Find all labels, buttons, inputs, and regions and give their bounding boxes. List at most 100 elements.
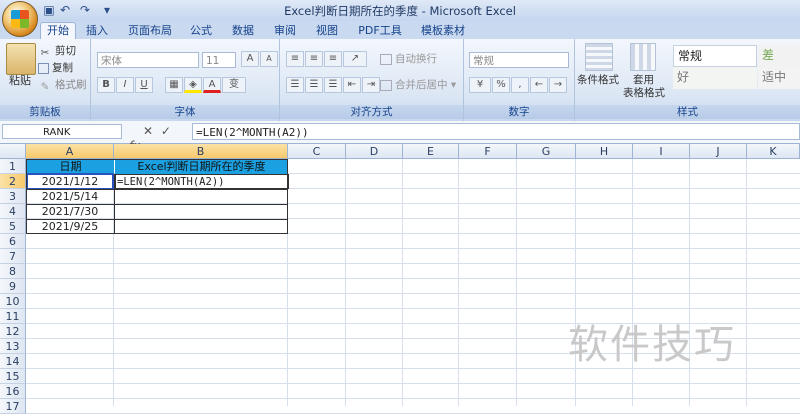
table-format-icon[interactable] [630,43,656,71]
enter-icon[interactable]: ✓ [161,124,171,138]
bold-button[interactable]: B [97,77,115,93]
tab-review[interactable]: 审阅 [270,23,300,39]
tab-view[interactable]: 视图 [312,23,342,39]
worksheet-grid[interactable]: ABCDEFGHIJK 1 2 3 4 5 6 7 8 9 10 11 12 13 14 15 16 17 日期… [0,144,800,414]
currency-icon[interactable]: ¥ [469,77,491,93]
tab-pdf-tools[interactable]: PDF工具 [355,23,405,39]
row-header-4[interactable]: 4 [0,204,26,219]
underline-button[interactable]: U [135,77,153,93]
cell-a1[interactable]: 日期 [27,159,114,174]
column-header-h[interactable]: H [576,144,633,159]
fill-color-icon[interactable]: ◈ [184,77,202,93]
gridline-row [26,293,800,294]
select-all-button[interactable] [0,144,26,159]
shrink-font-button[interactable]: A [260,51,278,67]
conditional-format-button[interactable]: 条件格式 [577,72,619,88]
cell-a2[interactable]: 2021/1/12 [26,173,114,190]
column-header-d[interactable]: D [346,144,403,159]
merge-center-button[interactable]: 合并后居中 ▾ [380,77,456,93]
align-right-icon[interactable]: ☰ [324,77,342,93]
paste-button[interactable]: 粘贴 [9,73,31,89]
column-header-a[interactable]: A [26,144,114,159]
border-icon[interactable]: ▦ [165,77,183,93]
copy-button[interactable]: 复制 [38,60,73,76]
cancel-icon[interactable]: ✕ [143,124,153,138]
cut-button[interactable]: ✂ 剪切 [38,43,76,59]
font-size-select[interactable]: 11 [202,52,236,68]
gridline-column [516,159,517,406]
office-button[interactable] [2,1,38,37]
row-header-9[interactable]: 9 [0,279,26,294]
tab-page-layout[interactable]: 页面布局 [124,23,176,39]
style-normal[interactable]: 常规 [673,45,757,67]
row-header-12[interactable]: 12 [0,324,26,339]
wrap-text-button[interactable]: 自动换行 [380,51,437,67]
row-header-17[interactable]: 17 [0,399,26,414]
align-left-icon[interactable]: ☰ [286,77,304,93]
column-header-i[interactable]: I [633,144,690,159]
paste-icon[interactable] [6,43,36,75]
column-header-c[interactable]: C [288,144,346,159]
row-header-8[interactable]: 8 [0,264,26,279]
tab-data[interactable]: 数据 [228,23,258,39]
tab-formulas[interactable]: 公式 [186,23,216,39]
tab-insert[interactable]: 插入 [82,23,112,39]
formula-bar: RANK ✕ ✓ fx =LEN(2^MONTH(A2)) [0,121,800,153]
gridline-row [26,233,800,234]
wrap-text-icon [380,53,392,65]
row-header-14[interactable]: 14 [0,354,26,369]
row-header-2[interactable]: 2 [0,174,26,189]
column-header-e[interactable]: E [403,144,459,159]
row-header-13[interactable]: 13 [0,339,26,354]
name-box[interactable]: RANK [2,124,122,139]
orientation-icon[interactable]: ↗ [343,51,367,67]
conditional-format-icon[interactable] [585,43,613,71]
style-bad[interactable]: 差 [758,45,800,67]
column-header-k[interactable]: K [747,144,800,159]
row-header-3[interactable]: 3 [0,189,26,204]
row-header-5[interactable]: 5 [0,219,26,234]
row-header-16[interactable]: 16 [0,384,26,399]
phonetic-icon[interactable]: 变 [222,77,246,93]
row-header-10[interactable]: 10 [0,294,26,309]
grow-font-button[interactable]: A [241,51,259,67]
font-color-icon[interactable]: A [203,77,221,93]
italic-button[interactable]: I [116,77,134,93]
cell-a3[interactable]: 2021/5/14 [27,189,113,204]
column-header-b[interactable]: B [114,144,288,159]
align-center-icon[interactable]: ☰ [305,77,323,93]
column-header-f[interactable]: F [459,144,517,159]
formula-input[interactable]: =LEN(2^MONTH(A2)) [192,123,800,140]
column-header-g[interactable]: G [517,144,576,159]
row-header-11[interactable]: 11 [0,309,26,324]
align-bottom-icon[interactable]: ≡ [324,51,342,67]
decrease-decimal-icon[interactable]: → [549,77,567,93]
increase-indent-icon[interactable]: ⇥ [362,77,380,93]
decrease-indent-icon[interactable]: ⇤ [343,77,361,93]
brush-icon: ✎ [40,81,50,93]
cell-a4[interactable]: 2021/7/30 [27,204,113,219]
style-good[interactable]: 好 [673,67,757,89]
format-painter-button[interactable]: ✎ 格式刷 [38,77,87,93]
cell-a5[interactable]: 2021/9/25 [27,219,113,234]
row-header-6[interactable]: 6 [0,234,26,249]
font-name-select[interactable]: 宋体 [97,52,199,68]
align-middle-icon[interactable]: ≡ [305,51,323,67]
tab-home[interactable]: 开始 [40,22,76,40]
gridline-column [458,159,459,406]
row-header-7[interactable]: 7 [0,249,26,264]
style-neutral[interactable]: 适中 [758,67,800,89]
percent-button[interactable]: % [492,77,510,93]
number-format-select[interactable]: 常规 [469,52,569,68]
cell-b1[interactable]: Excel判断日期所在的季度 [115,159,288,174]
gridline-row [26,278,800,279]
column-header-j[interactable]: J [690,144,747,159]
row-header-1[interactable]: 1 [0,159,26,174]
align-top-icon[interactable]: ≡ [286,51,304,67]
comma-button[interactable]: , [511,77,529,93]
tab-templates[interactable]: 模板素材 [415,23,471,39]
increase-decimal-icon[interactable]: ← [530,77,548,93]
ribbon: 粘贴 ✂ 剪切 复制 ✎ 格式刷 剪贴板 宋体 11 AA BIU ▦ ◈ A 变 字体 … [0,39,800,122]
cell-b2-editing[interactable]: =LEN(2^MONTH(A2)) [115,174,289,189]
row-header-15[interactable]: 15 [0,369,26,384]
